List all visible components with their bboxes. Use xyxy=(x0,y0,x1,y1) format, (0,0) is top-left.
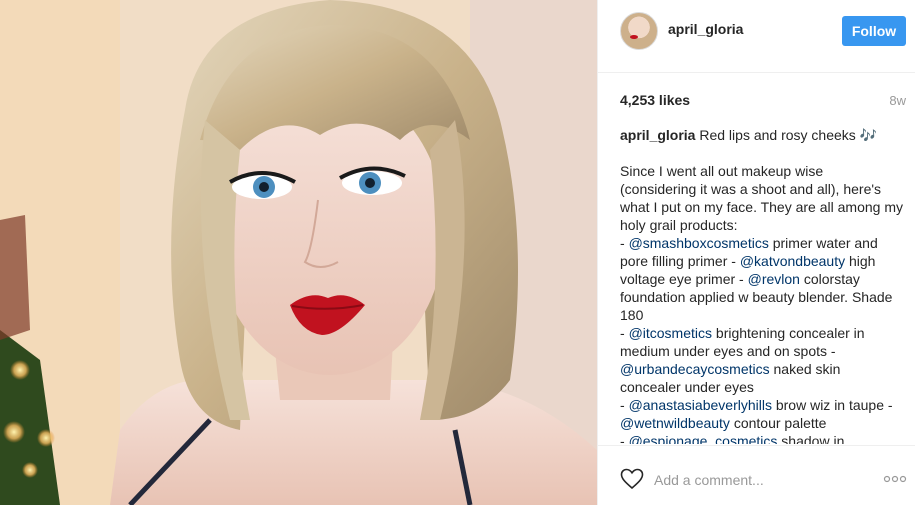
mention-link[interactable]: @smashboxcosmetics xyxy=(629,235,769,251)
post-age[interactable]: 8w xyxy=(889,93,906,108)
caption-dash: - xyxy=(620,325,629,341)
caption-username[interactable]: april_gloria xyxy=(620,127,695,143)
mention-link[interactable]: @anastasiabeverlyhills xyxy=(629,397,772,413)
post-footer xyxy=(598,445,915,506)
heart-outline-icon[interactable] xyxy=(620,468,644,490)
caption-text: contour palette xyxy=(729,415,827,431)
mention-link[interactable]: @urbandecaycosmetics xyxy=(620,361,770,377)
likes-count[interactable]: 4,253 likes xyxy=(620,92,690,108)
avatar[interactable] xyxy=(620,12,658,50)
follow-button[interactable]: Follow xyxy=(842,16,906,46)
post-details-panel: april_gloria Follow 4,253 likes 8w april… xyxy=(598,0,915,505)
caption-body: Since I went all out makeup wise (consid… xyxy=(620,162,903,444)
caption-text: shadow in xyxy=(777,433,845,444)
caption-intro: Since I went all out makeup wise (consid… xyxy=(620,163,903,233)
caption-dash: - xyxy=(620,433,629,444)
username-link[interactable]: april_gloria xyxy=(668,21,743,37)
more-options-icon[interactable] xyxy=(883,474,907,484)
post-photo[interactable] xyxy=(0,0,597,505)
caption: april_gloria Red lips and rosy cheeks 🎶 … xyxy=(620,126,903,444)
post-header: april_gloria Follow xyxy=(598,0,915,73)
mention-link[interactable]: @itcosmetics xyxy=(629,325,712,341)
mention-link[interactable]: @katvondbeauty xyxy=(740,253,845,269)
mention-link[interactable]: @wetnwildbeauty xyxy=(620,415,730,431)
caption-text: brow wiz in taupe - xyxy=(771,397,893,413)
caption-title: Red lips and rosy cheeks 🎶 xyxy=(699,127,878,143)
caption-dash: - xyxy=(620,397,629,413)
portrait-image xyxy=(0,0,597,505)
mention-link[interactable]: @espionage_cosmetics xyxy=(629,433,778,444)
comment-input[interactable] xyxy=(654,470,854,490)
caption-dash: - xyxy=(620,235,629,251)
mention-link[interactable]: @revlon xyxy=(748,271,800,287)
caption-title-line: april_gloria Red lips and rosy cheeks 🎶 xyxy=(620,126,903,144)
